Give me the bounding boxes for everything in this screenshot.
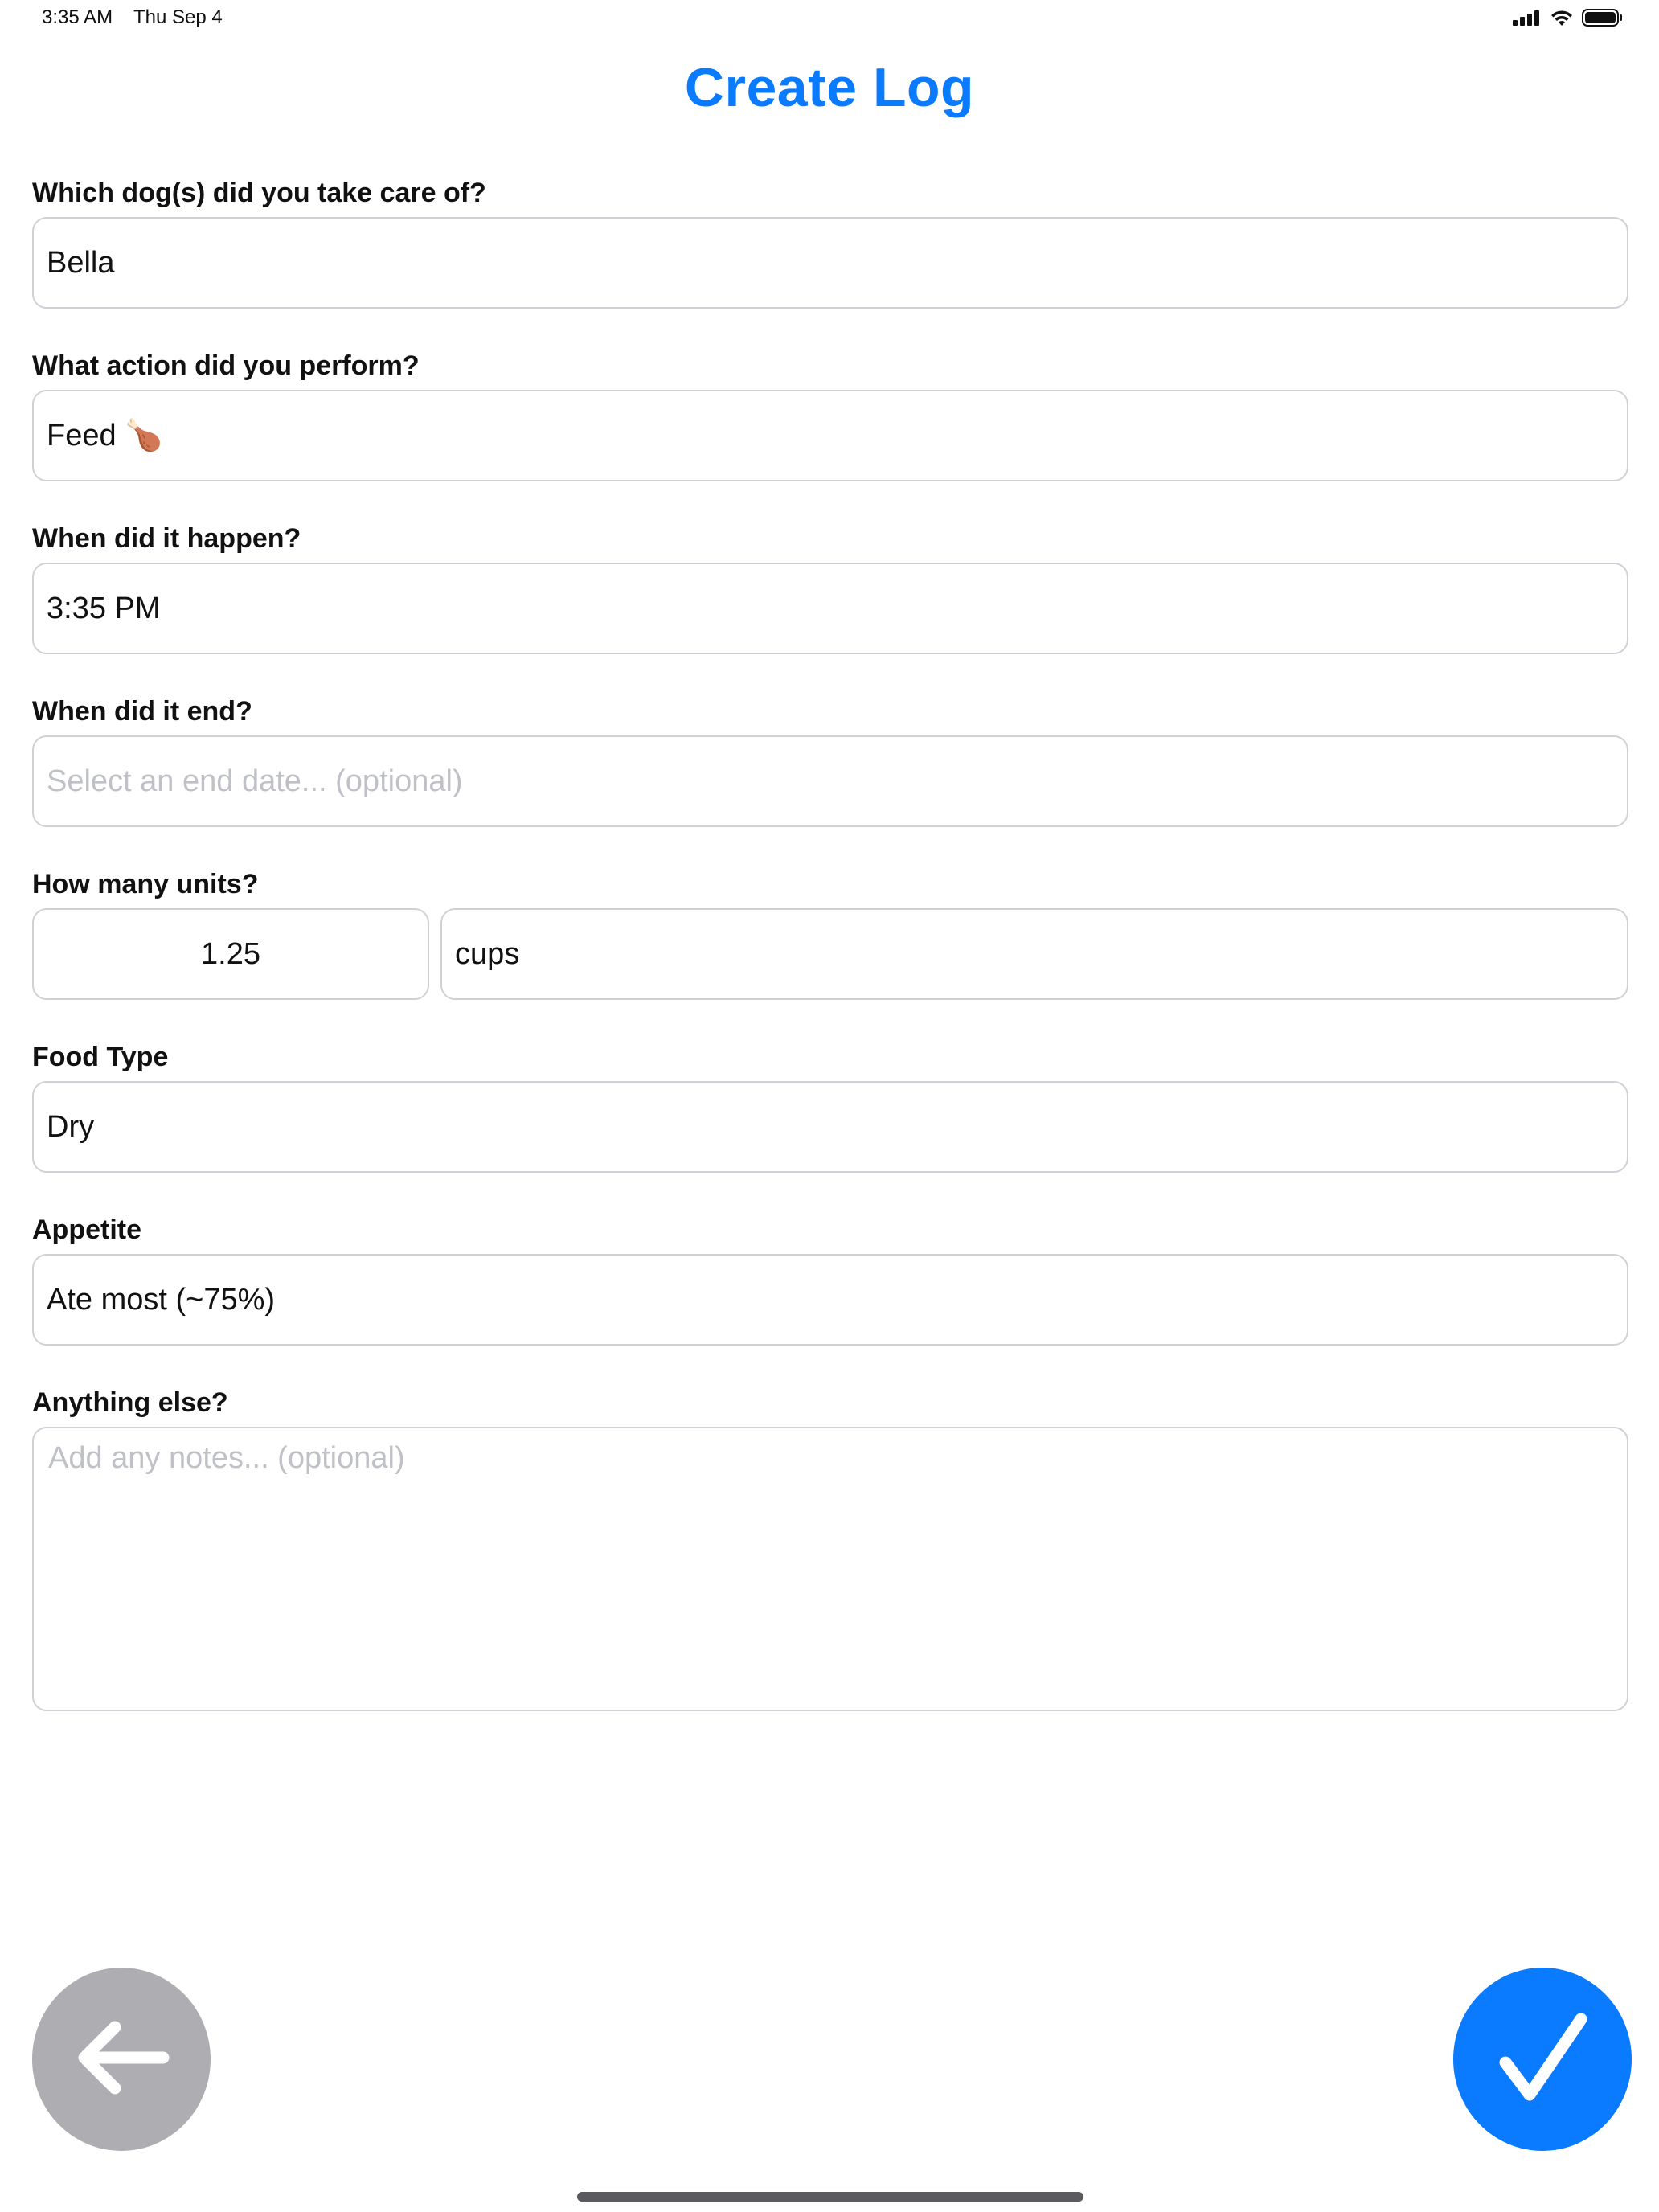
units-label: How many units? xyxy=(32,869,259,899)
back-button[interactable] xyxy=(32,1968,211,2151)
units-count-field[interactable]: 1.25 xyxy=(32,908,429,1000)
status-time: 3:35 AM xyxy=(42,6,113,28)
action-value: Feed 🍗 xyxy=(47,419,163,453)
arrow-left-icon xyxy=(73,2013,170,2106)
food-type-label: Food Type xyxy=(32,1042,169,1072)
checkmark-icon xyxy=(1494,2009,1591,2110)
appetite-label: Appetite xyxy=(32,1215,141,1245)
appetite-field[interactable]: Ate most (~75%) xyxy=(32,1254,1628,1346)
start-time-field[interactable]: 3:35 PM xyxy=(32,563,1628,654)
action-label: What action did you perform? xyxy=(32,350,420,381)
dogs-value: Bella xyxy=(47,245,115,280)
food-type-value: Dry xyxy=(47,1109,95,1144)
confirm-button[interactable] xyxy=(1453,1968,1632,2151)
notes-label: Anything else? xyxy=(32,1387,228,1418)
end-time-placeholder: Select an end date... (optional) xyxy=(47,764,463,798)
start-time-label: When did it happen? xyxy=(32,523,301,554)
wifi-icon xyxy=(1550,9,1574,31)
start-time-value: 3:35 PM xyxy=(47,591,161,625)
notes-placeholder: Add any notes... (optional) xyxy=(48,1441,405,1475)
dogs-label: Which dog(s) did you take care of? xyxy=(32,178,486,208)
home-indicator xyxy=(577,2192,1083,2202)
status-date: Thu Sep 4 xyxy=(133,6,223,28)
end-time-field[interactable]: Select an end date... (optional) xyxy=(32,735,1628,827)
food-type-field[interactable]: Dry xyxy=(32,1081,1628,1173)
battery-icon xyxy=(1582,8,1624,31)
units-name-value: cups xyxy=(455,936,520,971)
end-time-label: When did it end? xyxy=(32,696,252,727)
action-field[interactable]: Feed 🍗 xyxy=(32,390,1628,481)
appetite-value: Ate most (~75%) xyxy=(47,1282,276,1317)
dogs-field[interactable]: Bella xyxy=(32,217,1628,309)
cellular-signal-icon xyxy=(1513,10,1542,30)
notes-field[interactable]: Add any notes... (optional) xyxy=(32,1427,1628,1711)
status-icons xyxy=(1513,8,1624,31)
page-title: Create Log xyxy=(684,57,975,118)
units-name-field[interactable]: cups xyxy=(440,908,1628,1000)
units-count-value: 1.25 xyxy=(201,936,260,971)
